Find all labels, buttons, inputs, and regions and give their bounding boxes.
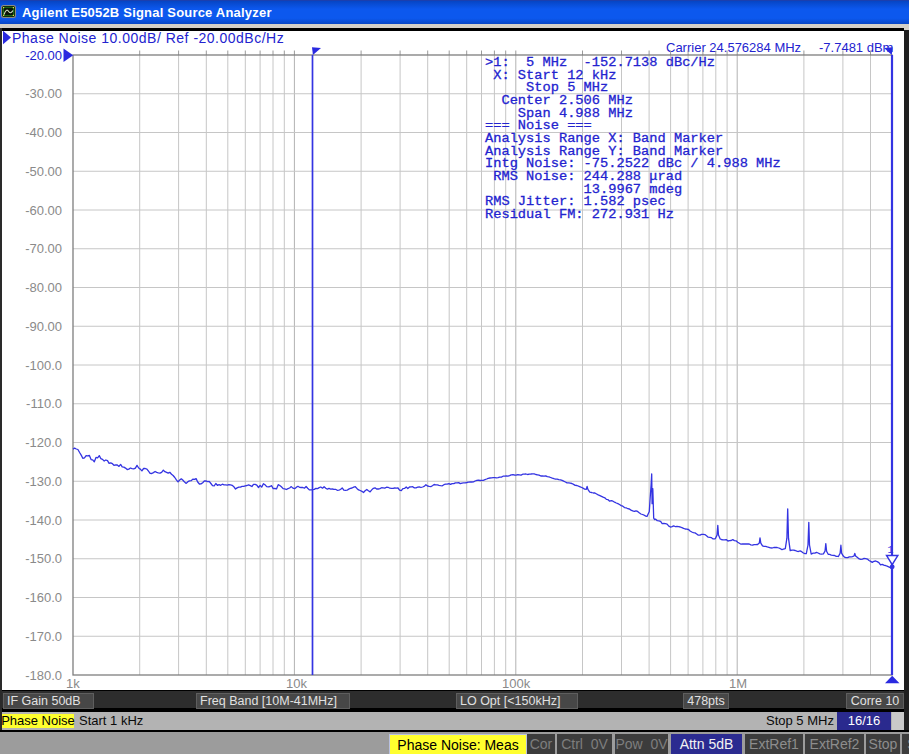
svg-text:1: 1 (888, 545, 894, 556)
